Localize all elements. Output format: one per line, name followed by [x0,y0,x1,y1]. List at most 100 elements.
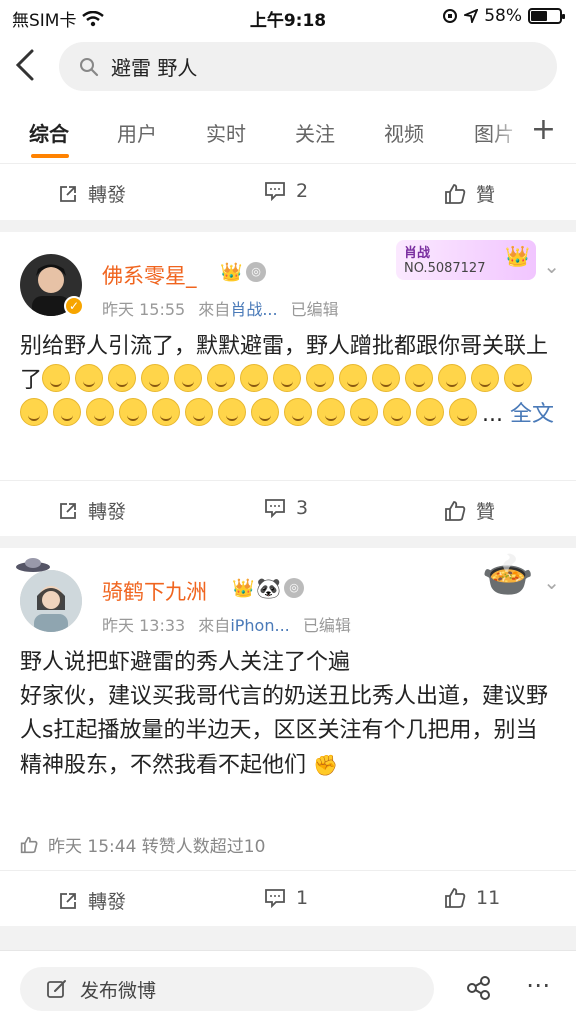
source-link[interactable]: iPhon... [230,616,289,635]
emoji-icon [141,364,170,392]
emoji-icon [218,398,246,426]
search-input[interactable]: 避雷 野人 [59,42,557,91]
comment-icon [265,182,285,201]
repost-icon [60,892,76,909]
comment-icon [265,889,285,908]
emoji-icon [86,398,114,426]
crown-badge-icon: 👑 [505,244,530,268]
tab-comprehensive[interactable]: 综合 [29,118,69,147]
post-1-actions: 轉發 3 贊 [0,480,576,536]
emoji-icon [240,364,269,392]
username[interactable]: 佛系零星_ [102,260,197,290]
verified-icon: ✓ [64,296,84,316]
thumbs-up-icon [20,836,38,853]
search-header: 避雷 野人 [0,34,576,100]
like-button[interactable]: 贊 [444,497,495,524]
tab-following[interactable]: 关注 [295,118,335,147]
crown-icon: 👑 [232,578,255,599]
comment-button[interactable]: 1 [264,887,308,909]
tab-video[interactable]: 视频 [384,118,424,147]
emoji-icon [449,398,477,426]
back-button[interactable] [14,48,46,84]
emoji-icon [416,398,444,426]
repost-button[interactable]: 轉發 [58,180,126,207]
emoji-icon [108,364,137,392]
emoji-icon [152,398,180,426]
emoji-icon [207,364,236,392]
emoji-icon [119,398,147,426]
level-badge-icon: ◎ [284,578,304,598]
avatar[interactable] [20,570,82,632]
thumbs-up-icon [445,500,466,521]
orientation-lock-icon [443,9,458,23]
post-meta: 昨天 13:33 來自iPhon... 已编辑 [102,616,351,635]
thumbs-up-icon [445,183,466,204]
compose-button[interactable]: 发布微博 [20,967,434,1011]
repost-button[interactable]: 轉發 [58,497,126,524]
ufo-icon [16,558,50,572]
emoji-icon [174,364,203,392]
emoji-icon [306,364,335,392]
search-icon [80,57,99,76]
emoji-icon [405,364,434,392]
tab-realtime[interactable]: 实时 [206,118,246,147]
emoji-icon [372,364,401,392]
share-icon[interactable] [466,975,492,1001]
emoji-icon [20,398,48,426]
thumbs-up-icon [445,888,466,908]
emoji-icon [350,398,378,426]
emoji-icon [471,364,500,392]
like-info: 昨天 15:44 转赞人数超过10 [20,832,265,857]
previous-post-actions: 轉發 2 贊 [0,164,576,220]
active-tab-indicator [31,154,69,158]
tab-fade [490,100,526,160]
edit-icon [47,980,66,998]
tab-users[interactable]: 用户 [117,118,157,147]
fist-icon: ✊ [313,753,338,777]
username[interactable]: 骑鹤下九洲 [102,576,207,606]
status-bar: 無SIM卡 上午9:18 58% [0,0,576,34]
like-button[interactable]: 贊 [444,180,495,207]
bottom-bar: 发布微博 ⋯ [0,950,576,1024]
emoji-icon [273,364,302,392]
full-text-link[interactable]: 全文 [510,402,554,427]
emoji-icon [504,364,533,392]
emoji-icon [383,398,411,426]
crown-icon: 👑 [220,262,243,283]
post-text: 别给野人引流了，默默避雷，野人蹭批都跟你哥关联上了... 全文 [20,334,554,427]
battery-percent: 58% [484,6,522,26]
repost-button[interactable]: 轉發 [58,887,126,914]
chevron-down-icon[interactable]: ⌄ [543,570,560,594]
fan-badge[interactable]: 肖战 NO.5087127 👑 [396,240,536,280]
panda-icon: 🐼 [256,576,281,600]
post-2-actions: 轉發 1 11 [0,870,576,926]
source-link[interactable]: 肖战... [230,300,277,319]
repost-icon [60,502,76,519]
hotpot-decoration-icon[interactable]: 🍲 [482,550,534,600]
comment-button[interactable]: 2 [264,180,308,202]
emoji-icon [339,364,368,392]
chevron-left-icon [15,49,34,81]
emoji-icon [251,398,279,426]
post-meta: 昨天 15:55 來自肖战... 已编辑 [102,300,339,319]
location-icon [464,9,479,23]
search-query: 避雷 野人 [111,56,198,80]
emoji-icon [185,398,213,426]
tab-bar: 综合 用户 实时 关注 视频 图片 + [0,100,576,164]
level-badge-icon: ◎ [246,262,266,282]
comment-button[interactable]: 3 [264,497,308,519]
emoji-icon [438,364,467,392]
battery-icon [528,8,565,24]
emoji-icon [317,398,345,426]
emoji-icon [53,398,81,426]
emoji-icon [284,398,312,426]
chevron-down-icon[interactable]: ⌄ [543,254,560,278]
add-tab-icon[interactable]: + [531,112,556,147]
more-options-icon[interactable]: ⋯ [526,971,550,999]
emoji-icon [75,364,104,392]
repost-icon [60,185,76,202]
comment-icon [265,499,285,518]
post-text: 野人说把虾避雷的秀人关注了个遍 好家伙，建议买我哥代言的奶送丑比秀人出道，建议野… [20,650,549,778]
like-button[interactable]: 11 [444,887,500,909]
post-card-2: 骑鹤下九洲 👑 🐼 ◎ 🍲 ⌄ 昨天 13:33 來自iPhon... 已编辑 … [0,548,576,888]
